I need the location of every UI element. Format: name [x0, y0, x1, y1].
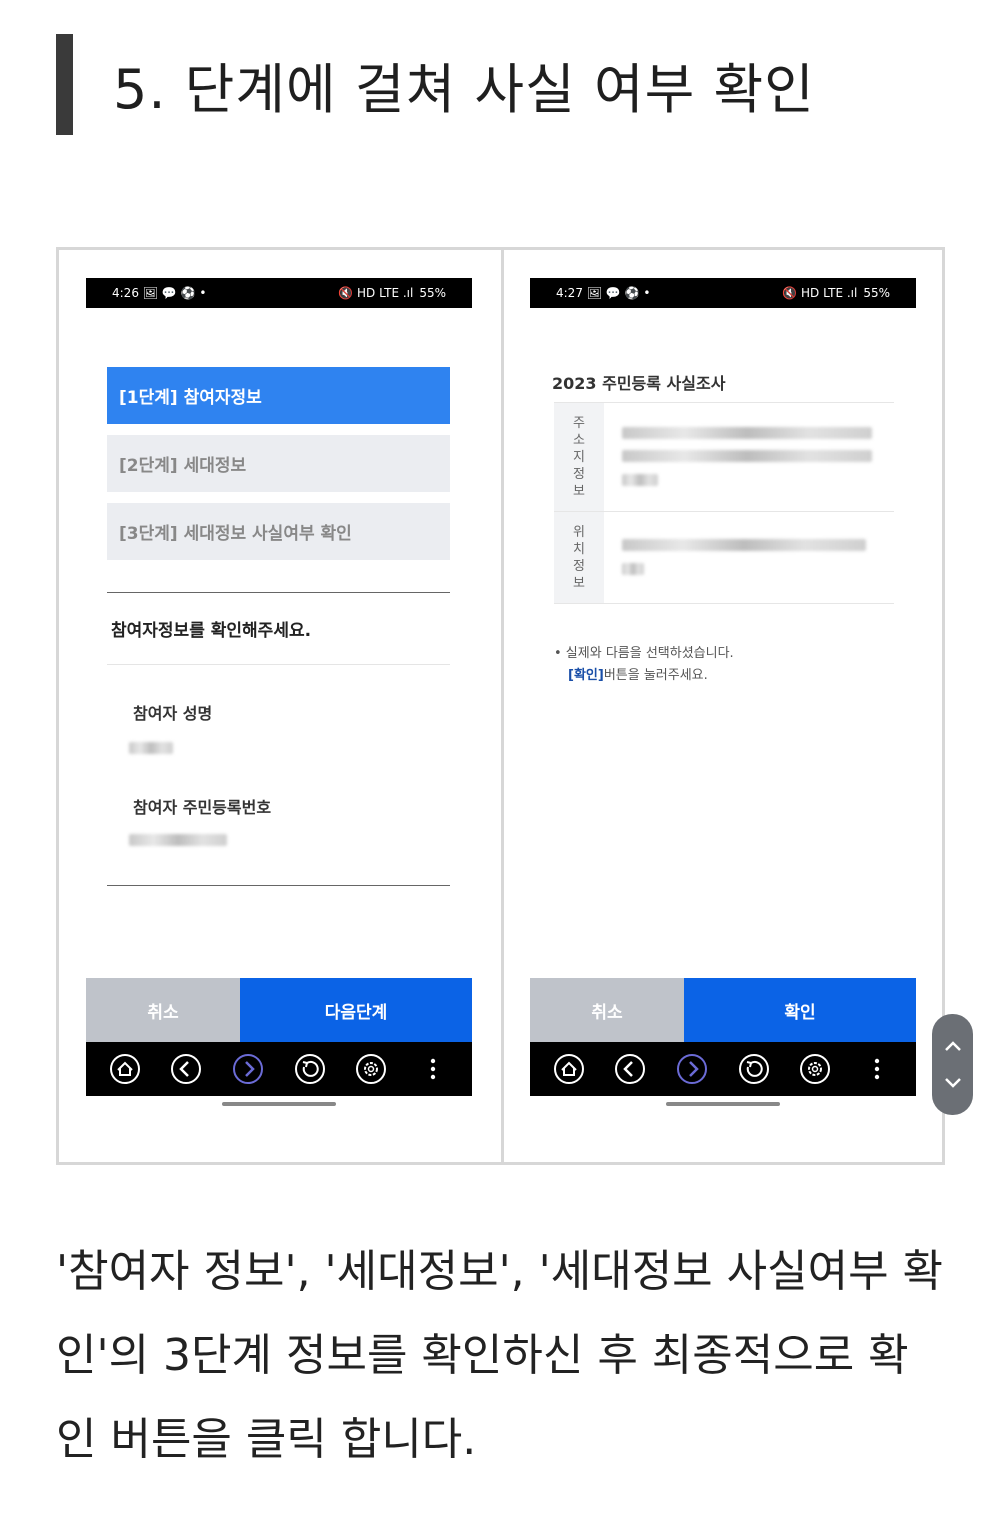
notice-line-2-text: 버튼을 눌러주세요. [603, 668, 708, 683]
next-step-button[interactable]: 다음단계 [240, 978, 472, 1042]
gear-icon[interactable] [798, 1052, 832, 1086]
notice-line-2: [확인]버튼을 눌러주세요. [568, 664, 708, 683]
right-phone-screen: 4:27 🖼 💬 ⚽ • 🔇 HD LTE .ıl 55% 2023 주민등록 사… [530, 278, 916, 1112]
action-bar: 취소 확인 [530, 978, 916, 1042]
section-divider [107, 592, 450, 593]
status-notification-icons: 🖼 💬 ⚽ • [142, 286, 207, 300]
more-icon[interactable] [860, 1052, 894, 1086]
section-heading: 5. 단계에 걸쳐 사실 여부 확인 [56, 34, 815, 135]
chevron-down-icon[interactable] [940, 1070, 966, 1096]
status-bar: 4:27 🖼 💬 ⚽ • 🔇 HD LTE .ıl 55% [530, 278, 916, 308]
confirm-highlight: [확인] [568, 668, 604, 683]
participant-id-value-redacted [129, 834, 227, 846]
status-time: 4:26 [112, 286, 139, 300]
participant-name-value-redacted [129, 742, 173, 754]
page-title: 5. 단계에 걸쳐 사실 여부 확인 [113, 58, 815, 121]
message-divider [107, 664, 450, 665]
status-time: 4:27 [556, 286, 583, 300]
survey-title: 2023 주민등록 사실조사 [552, 374, 726, 393]
battery-level: 55% [863, 286, 890, 300]
refresh-icon[interactable] [293, 1052, 327, 1086]
step-2-tab[interactable]: [2단계] 세대정보 [107, 435, 450, 492]
description-paragraph: '참여자 정보', '세대정보', '세대정보 사실여부 확인'의 3단계 정보… [56, 1246, 944, 1465]
status-notification-icons: 🖼 💬 ⚽ • [586, 286, 651, 300]
home-icon[interactable] [552, 1052, 586, 1086]
step-1-tab[interactable]: [1단계] 참여자정보 [107, 367, 450, 424]
frame-divider [501, 250, 504, 1162]
heading-accent-bar [56, 34, 73, 135]
location-info-value-redacted [604, 512, 894, 603]
left-phone-screen: 4:26 🖼 💬 ⚽ • 🔇 HD LTE .ıl 55% [1단계] 참여자정보… [86, 278, 472, 1112]
more-icon[interactable] [416, 1052, 450, 1086]
confirm-message: 참여자정보를 확인해주세요. [111, 621, 312, 641]
step-3-tab[interactable]: [3단계] 세대정보 사실여부 확인 [107, 503, 450, 560]
home-indicator [666, 1102, 780, 1106]
action-bar: 취소 다음단계 [86, 978, 472, 1042]
browser-nav-bar [86, 1042, 472, 1096]
fields-bottom-divider [107, 885, 450, 886]
chevron-up-icon[interactable] [940, 1033, 966, 1059]
confirm-button[interactable]: 확인 [684, 978, 916, 1042]
browser-nav-bar [530, 1042, 916, 1096]
back-arrow-icon[interactable] [613, 1052, 647, 1086]
cancel-button[interactable]: 취소 [86, 978, 240, 1042]
notice-line-1: • 실제와 다름을 선택하셨습니다. [554, 646, 734, 661]
refresh-icon[interactable] [737, 1052, 771, 1086]
address-info-header: 주 소 지 정 보 [554, 403, 604, 511]
gear-icon[interactable] [354, 1052, 388, 1086]
signal-icon: 🔇 HD LTE .ıl [782, 286, 858, 300]
battery-level: 55% [419, 286, 446, 300]
status-bar: 4:26 🖼 💬 ⚽ • 🔇 HD LTE .ıl 55% [86, 278, 472, 308]
participant-name-label: 참여자 성명 [133, 704, 213, 723]
home-icon[interactable] [108, 1052, 142, 1086]
screenshot-frame: 4:26 🖼 💬 ⚽ • 🔇 HD LTE .ıl 55% [1단계] 참여자정보… [56, 247, 945, 1165]
info-table: 주 소 지 정 보 위 치 정 보 [554, 402, 894, 604]
participant-id-label: 참여자 주민등록번호 [133, 798, 272, 817]
address-info-row: 주 소 지 정 보 [554, 403, 894, 512]
cancel-button[interactable]: 취소 [530, 978, 684, 1042]
location-info-row: 위 치 정 보 [554, 512, 894, 604]
location-info-header: 위 치 정 보 [554, 512, 604, 603]
forward-arrow-icon[interactable] [231, 1052, 265, 1086]
address-info-value-redacted [604, 403, 894, 511]
scroll-control[interactable] [932, 1014, 973, 1115]
forward-arrow-icon[interactable] [675, 1052, 709, 1086]
signal-icon: 🔇 HD LTE .ıl [338, 286, 414, 300]
home-indicator [222, 1102, 336, 1106]
back-arrow-icon[interactable] [169, 1052, 203, 1086]
